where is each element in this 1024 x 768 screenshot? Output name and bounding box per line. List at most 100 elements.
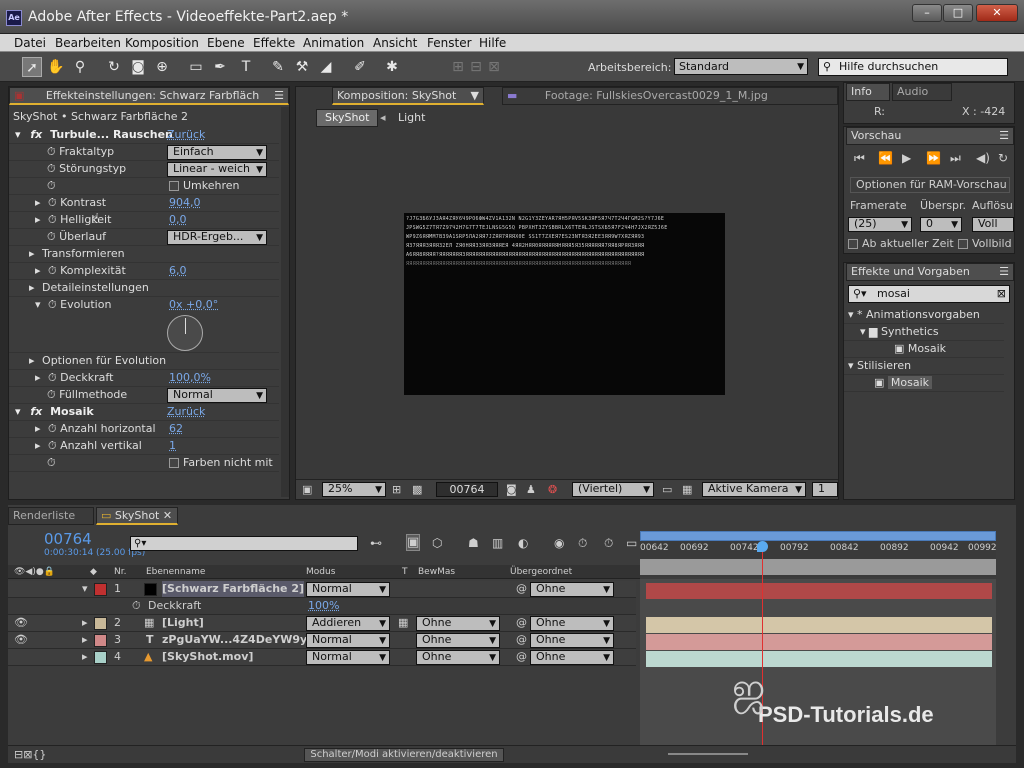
col-parent[interactable]: Übergeordnet xyxy=(510,565,572,579)
timeline-timecode[interactable]: 00764 xyxy=(44,530,92,548)
layer-mode-select[interactable]: Addieren ▼ xyxy=(306,616,390,631)
brush-tool-icon[interactable]: ✎ xyxy=(268,57,288,77)
mosaik-effect-header[interactable]: ▾ fx Mosaik Zurück xyxy=(9,404,279,421)
workspace-select[interactable]: Standard ▼ xyxy=(674,58,808,75)
parent-pickwhip-icon[interactable]: @ xyxy=(516,632,527,648)
first-frame-icon[interactable]: ⏮ xyxy=(854,151,865,166)
motion-blur-icon[interactable]: ◐ xyxy=(518,536,528,550)
collapse-triangle-icon[interactable]: ▾ xyxy=(860,325,866,338)
stopwatch-icon[interactable]: ⏱ xyxy=(132,598,141,614)
roto-brush-tool-icon[interactable]: ✐ xyxy=(350,57,370,77)
clear-search-icon[interactable]: ⊠ xyxy=(997,286,1006,302)
layer-mode-select[interactable]: Normal ▼ xyxy=(306,650,390,665)
stopwatch-icon[interactable]: ⏱ xyxy=(47,162,56,175)
text-tool-icon[interactable]: T xyxy=(236,57,256,77)
layer-name[interactable]: [Schwarz Farbfläche 2] xyxy=(162,581,305,597)
camera-view-select[interactable]: Aktive Kamera ▼ xyxy=(702,482,806,497)
col-layer-name[interactable]: Ebenenname xyxy=(146,565,205,579)
expand-triangle-icon[interactable]: ▸ xyxy=(82,649,88,665)
group-detaileinstellungen[interactable]: ▸ Detaileinstellungen xyxy=(9,280,279,297)
evolution-value[interactable]: 0x +0,0° xyxy=(169,297,218,313)
expand-triangle-icon[interactable]: ▸ xyxy=(82,632,88,648)
ram-preview-options[interactable]: Optionen für RAM-Vorschau xyxy=(850,177,1010,193)
layer-parent-select[interactable]: Ohne ▼ xyxy=(530,650,614,665)
collapse-triangle-icon[interactable]: ▾ xyxy=(15,128,21,141)
layer-row-1[interactable]: ▾ 1 [Schwarz Farbfläche 2] Normal ▼ @ Ohn… xyxy=(8,581,636,598)
effects-presets-tab[interactable]: Effekte und Vorgaben ☰ xyxy=(846,263,1014,281)
layer-row-4[interactable]: ▸ 4 ▲ [SkyShot.mov] Normal ▼ Ohne ▼ @ Ohne… xyxy=(8,649,636,666)
stopwatch-icon[interactable]: ⏱ xyxy=(48,422,57,435)
camera-tool-icon[interactable]: ◙ xyxy=(128,57,148,77)
turbulence-effect-header[interactable]: ▾ fx Turbule... Rauschen Zurück xyxy=(9,127,279,144)
expand-triangle-icon[interactable]: ▸ xyxy=(29,247,35,260)
expand-triangle-icon[interactable]: ▸ xyxy=(35,422,41,435)
play-icon[interactable]: ▶ xyxy=(902,151,911,165)
render-queue-tab[interactable]: Renderliste xyxy=(8,507,94,525)
previous-frame-icon[interactable]: ⏪ xyxy=(878,151,893,165)
menu-datei[interactable]: Datei xyxy=(14,36,46,50)
layer-bar-2[interactable] xyxy=(646,617,992,633)
footage-tab[interactable]: ▬ Footage: FullskiesOvercast0029_1_M.jpg xyxy=(502,87,838,105)
layer-bar-3[interactable] xyxy=(646,634,992,650)
clone-stamp-tool-icon[interactable]: ⚒ xyxy=(292,57,312,77)
fx-icon[interactable]: fx xyxy=(30,405,42,418)
framerate-select[interactable]: (25) ▼ xyxy=(848,217,912,232)
expand-triangle-icon[interactable]: ▸ xyxy=(82,615,88,631)
rgb-channels-icon[interactable]: ❂ xyxy=(548,483,557,496)
stoerungstyp-select[interactable]: Linear - weich ▼ xyxy=(167,162,267,177)
live-update-icon[interactable]: ▣ xyxy=(406,534,421,551)
crumb-skyshot[interactable]: SkyShot xyxy=(316,109,379,127)
layer-bar-1[interactable] xyxy=(646,583,992,599)
tree-mosaik-preset[interactable]: ▣ Mosaik xyxy=(844,341,1004,358)
time-navigator[interactable] xyxy=(640,559,996,575)
stopwatch-icon[interactable]: ⏱ xyxy=(47,179,56,192)
expand-triangle-icon[interactable]: ▸ xyxy=(35,439,41,452)
eye-icon[interactable]: 👁 xyxy=(14,615,28,631)
zoom-tool-icon[interactable]: ⚲ xyxy=(70,57,90,77)
layer-bar-4[interactable] xyxy=(646,651,992,667)
parent-pickwhip-icon[interactable]: @ xyxy=(516,649,527,665)
skip-select[interactable]: 0 ▼ xyxy=(920,217,962,232)
turbulence-reset-link[interactable]: Zurück xyxy=(167,127,205,143)
col-nr[interactable]: Nr. xyxy=(114,565,126,579)
video-visibility-icon[interactable]: 👁◀)●🔒 xyxy=(14,565,55,579)
fuellmethode-select[interactable]: Normal ▼ xyxy=(167,388,267,403)
checkbox-box[interactable] xyxy=(848,239,858,249)
evolution-angle-dial[interactable] xyxy=(167,315,203,351)
opacity-value[interactable]: 100% xyxy=(308,598,339,614)
layer-search-input[interactable]: ⚲▾ xyxy=(130,536,358,551)
label-color-swatch[interactable] xyxy=(94,583,107,596)
komplexitaet-value[interactable]: 6,0 xyxy=(169,263,187,279)
chevron-down-icon[interactable]: ▼ xyxy=(471,88,479,104)
stopwatch-icon[interactable]: ⏱ xyxy=(47,145,56,158)
layer-mode-select[interactable]: Normal ▼ xyxy=(306,633,390,648)
current-time-display[interactable]: 00764 xyxy=(436,482,498,497)
selection-tool-icon[interactable]: ➚ xyxy=(22,57,42,77)
collapse-triangle-icon[interactable]: ▾ xyxy=(848,359,854,372)
layer-name[interactable]: [Light] xyxy=(162,615,204,631)
auto-keyframe-icon[interactable]: ⏱ xyxy=(578,536,587,551)
shy-icon[interactable]: ☗ xyxy=(468,536,479,550)
layer-trackmatte-select[interactable]: Ohne ▼ xyxy=(416,616,500,631)
layer-parent-select[interactable]: Ohne ▼ xyxy=(530,582,614,597)
stopwatch-icon[interactable]: ⏱ xyxy=(48,264,57,277)
views-select[interactable]: 1 An xyxy=(812,482,838,497)
axis-view-icon[interactable]: ⊠ xyxy=(484,57,504,77)
res-select[interactable]: Voll xyxy=(972,217,1014,232)
collapse-triangle-icon[interactable]: ▾ xyxy=(82,581,88,597)
col-mode[interactable]: Modus xyxy=(306,565,335,579)
pan-behind-tool-icon[interactable]: ⊕ xyxy=(152,57,172,77)
checkbox-box[interactable] xyxy=(958,239,968,249)
vertical-value[interactable]: 1 xyxy=(169,438,176,454)
label-icon[interactable]: ◆ xyxy=(90,565,97,579)
menu-ebene[interactable]: Ebene xyxy=(207,36,245,50)
col-t[interactable]: T xyxy=(402,565,408,579)
composition-viewer[interactable]: ?J7G3Б6УJ3AЯ4ZЯУ6Ч9РО6ФW4ZV1A1З2N N2G1Y3… xyxy=(404,213,725,395)
horizontal-value[interactable]: 62 xyxy=(169,421,183,437)
preview-tab[interactable]: Vorschau ☰ xyxy=(846,127,1014,145)
close-icon[interactable]: ✕ xyxy=(163,509,172,522)
time-ruler[interactable]: 00642 00692 00742 00792 00842 00892 0094… xyxy=(640,531,997,577)
stopwatch-icon[interactable]: ⏱ xyxy=(48,439,57,452)
umkehren-checkbox[interactable]: Umkehren xyxy=(169,178,240,194)
eraser-tool-icon[interactable]: ◢ xyxy=(316,57,336,77)
